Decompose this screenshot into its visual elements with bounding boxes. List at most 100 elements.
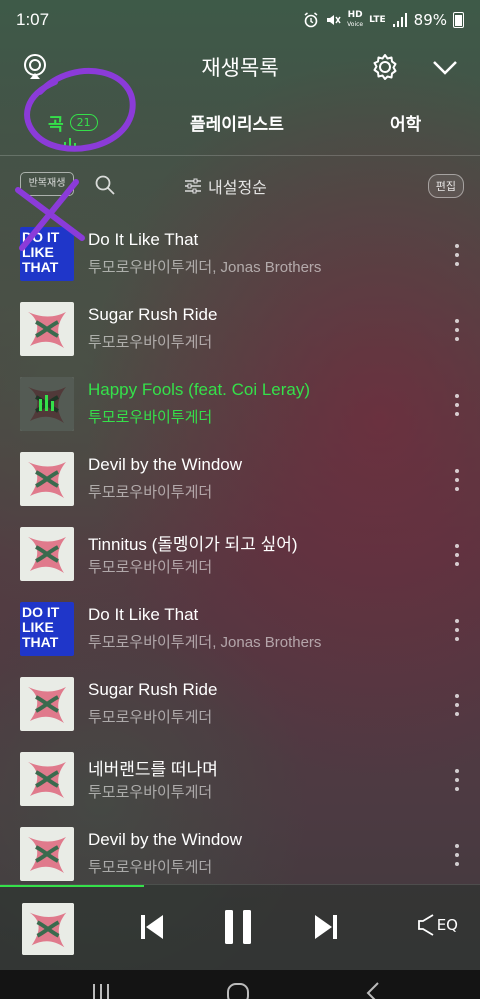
back-icon[interactable]	[364, 982, 382, 999]
tab-language[interactable]: 어학	[390, 110, 421, 135]
track-artist: 투모로우바이투게더	[88, 709, 213, 726]
lte-indicator: LTE	[369, 14, 386, 25]
more-icon[interactable]	[454, 694, 460, 716]
next-icon	[315, 915, 337, 939]
header: 재생목록	[0, 40, 480, 94]
track-title: Happy Fools (feat. Coi Leray)	[88, 380, 311, 399]
sort-button[interactable]: 내설정순	[184, 174, 267, 198]
album-art	[20, 377, 74, 431]
track-artist: 투모로우바이투게더	[88, 784, 213, 801]
next-button[interactable]	[306, 907, 346, 947]
track-artist: 투모로우바이투게더, Jonas Brothers	[88, 634, 322, 651]
system-nav-bar	[0, 970, 480, 999]
pause-button[interactable]	[218, 907, 258, 947]
track-artist: 투모로우바이투게더	[88, 334, 213, 351]
more-icon[interactable]	[454, 244, 460, 266]
track-title: Do It Like That	[88, 605, 199, 624]
more-icon[interactable]	[454, 619, 460, 641]
previous-button[interactable]	[132, 907, 172, 947]
track-artist: 투모로우바이투게더	[88, 559, 213, 576]
chevron-down-icon	[433, 61, 457, 75]
track-row[interactable]: DO IT LIKE THAT Do It Like That 투모로우바이투게더, J…	[0, 591, 480, 666]
more-icon[interactable]	[454, 769, 460, 791]
album-art: DO IT LIKE THAT	[20, 227, 74, 281]
album-art	[20, 302, 74, 356]
settings-button[interactable]	[368, 50, 402, 84]
track-artist: 투모로우바이투게더	[88, 484, 213, 501]
signal-icon	[392, 13, 407, 27]
track-title: Tinnitus (돌멩이가 되고 싶어)	[88, 535, 298, 554]
more-icon[interactable]	[454, 319, 460, 341]
hd-sub-label: Voice	[347, 21, 364, 28]
more-icon[interactable]	[454, 469, 460, 491]
sort-icon	[185, 178, 201, 194]
pause-icon	[225, 910, 251, 944]
track-row[interactable]: Sugar Rush Ride 투모로우바이투게더	[0, 666, 480, 741]
track-row[interactable]: Happy Fools (feat. Coi Leray) 투모로우바이투게더	[0, 366, 480, 441]
tab-songs-label: 곡	[48, 115, 64, 135]
status-icons: HD Voice LTE 89%	[303, 11, 464, 29]
settings-icon	[373, 54, 397, 80]
status-time: 1:07	[16, 10, 50, 29]
svg-text:THAT: THAT	[22, 259, 59, 275]
svg-text:LIKE: LIKE	[22, 244, 54, 260]
status-bar: 1:07 HD Voice LTE 89%	[0, 0, 480, 40]
more-icon[interactable]	[454, 844, 460, 866]
battery-icon	[453, 12, 464, 28]
album-art	[20, 752, 74, 806]
track-artist: 투모로우바이투게더, Jonas Brothers	[88, 259, 322, 276]
svg-text:THAT: THAT	[22, 634, 59, 650]
tab-playlist[interactable]: 플레이리스트	[190, 110, 284, 135]
track-artist: 투모로우바이투게더	[88, 409, 213, 426]
more-icon[interactable]	[454, 544, 460, 566]
recent-apps-icon[interactable]	[92, 982, 110, 999]
track-title: 네버랜드를 떠나며	[88, 760, 218, 779]
eq-label: EQ	[436, 916, 458, 934]
list-toolbar: 반복재생 내설정순 편집	[0, 166, 480, 206]
svg-text:DO IT: DO IT	[22, 604, 60, 620]
edit-button[interactable]: 편집	[427, 174, 464, 198]
track-list: DO IT LIKE THAT Do It Like That 투모로우바이투게더, J…	[0, 216, 480, 891]
track-row[interactable]: Tinnitus (돌멩이가 되고 싶어) 투모로우바이투게더	[0, 516, 480, 591]
tab-bar: 곡 21 플레이리스트 어학	[0, 100, 480, 156]
svg-text:DO IT: DO IT	[22, 229, 60, 245]
track-row[interactable]: Sugar Rush Ride 투모로우바이투게더	[0, 291, 480, 366]
home-icon[interactable]	[226, 982, 250, 999]
track-artist: 투모로우바이투게더	[88, 859, 213, 876]
page-title: 재생목록	[201, 56, 279, 80]
track-title: Devil by the Window	[88, 830, 243, 849]
songs-count-badge: 21	[69, 114, 98, 131]
track-title: Sugar Rush Ride	[88, 305, 218, 324]
mute-icon	[327, 15, 341, 25]
alarm-icon	[304, 12, 318, 28]
track-row[interactable]: DO IT LIKE THAT Do It Like That 투모로우바이투게더, J…	[0, 216, 480, 291]
track-title: Devil by the Window	[88, 455, 243, 474]
mini-player: EQ	[0, 884, 480, 970]
more-icon[interactable]	[454, 394, 460, 416]
track-row[interactable]: Devil by the Window 투모로우바이투게더	[0, 441, 480, 516]
album-art: DO IT LIKE THAT	[20, 602, 74, 656]
track-title: Sugar Rush Ride	[88, 680, 218, 699]
previous-icon	[141, 915, 163, 939]
battery-percent: 89%	[413, 11, 447, 29]
hd-voice-indicator: HD Voice	[347, 11, 363, 29]
collapse-button[interactable]	[428, 50, 462, 84]
progress-bar[interactable]	[0, 885, 144, 887]
album-art	[20, 527, 74, 581]
album-art	[20, 452, 74, 506]
svg-text:LIKE: LIKE	[22, 619, 54, 635]
track-row[interactable]: 네버랜드를 떠나며투모로우바이투게더	[0, 741, 480, 816]
album-art	[20, 827, 74, 881]
equalizer-icon	[417, 914, 434, 936]
sort-label: 내설정순	[208, 178, 267, 197]
track-title: Do It Like That	[88, 230, 199, 249]
repeat-button[interactable]: 반복재생	[20, 172, 74, 196]
playing-indicator-icon	[64, 138, 76, 148]
album-art	[20, 677, 74, 731]
search-icon[interactable]	[94, 174, 116, 196]
equalizer-button[interactable]: EQ	[417, 913, 458, 937]
hd-label: HD	[347, 10, 363, 20]
tab-songs[interactable]: 곡 21	[48, 110, 98, 135]
track-row[interactable]: Devil by the Window 투모로우바이투게더	[0, 816, 480, 891]
now-playing-art[interactable]	[22, 903, 74, 955]
